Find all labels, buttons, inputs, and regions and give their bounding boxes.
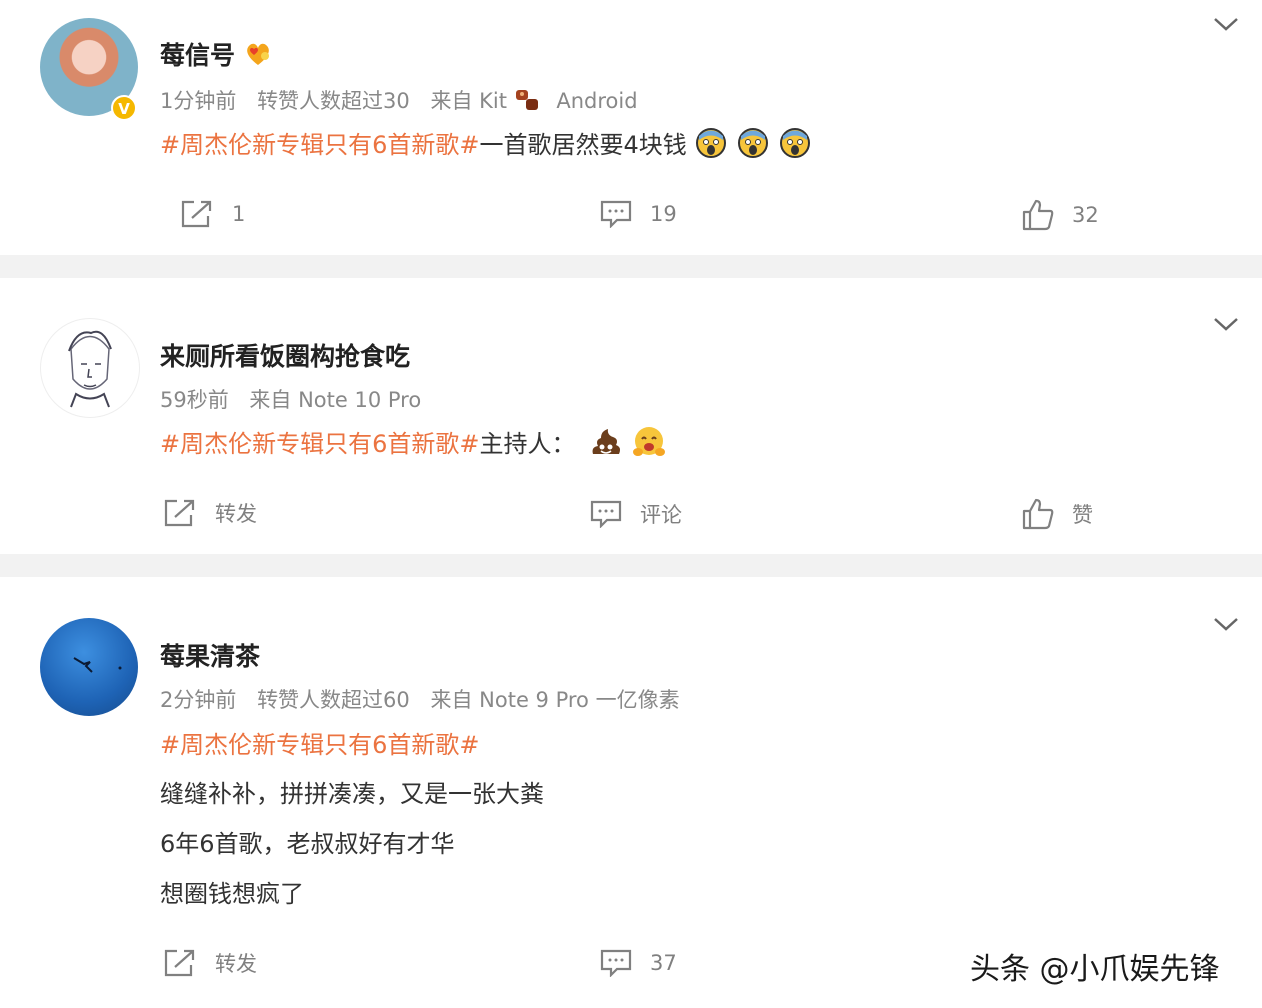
watermark: 头条 @小爪娱先锋 (970, 952, 1220, 987)
username[interactable]: 莓果清茶 (160, 637, 260, 673)
like-button[interactable]: 32 (1022, 199, 1099, 231)
device-icon (514, 87, 542, 118)
post-text: #周杰伦新专辑只有6首新歌#主持人： (160, 424, 667, 465)
comment-icon (600, 200, 632, 228)
chevron-down-icon[interactable] (1212, 314, 1240, 334)
chevron-down-icon[interactable] (1212, 14, 1240, 34)
chevron-down-icon[interactable] (1212, 614, 1240, 634)
hashtag-link[interactable]: #周杰伦新专辑只有6首新歌# (160, 131, 480, 159)
avatar[interactable] (40, 318, 140, 418)
comment-count: 37 (650, 951, 677, 975)
post-text-line: 6年6首歌，老叔叔好有才华 (160, 830, 455, 858)
repost-count: 1 (232, 202, 246, 226)
post-text-line: 缝缝补补，拼拼凑凑，又是一张大粪 (160, 780, 544, 808)
comment-button[interactable]: 评论 (590, 499, 682, 529)
repost-button[interactable]: 转发 (163, 948, 257, 978)
username[interactable]: 来厕所看饭圈构抢食吃 (160, 337, 410, 373)
scream-emoji-icon (694, 127, 728, 165)
like-count: 32 (1072, 203, 1099, 227)
comment-count: 19 (650, 202, 677, 226)
verified-badge-icon: V (111, 95, 137, 121)
share-icon (164, 949, 195, 977)
avatar[interactable] (40, 618, 138, 716)
comment-icon (590, 500, 622, 528)
post-meta: 59秒前 来自 Note 10 Pro (160, 388, 422, 412)
poop-emoji-icon (589, 426, 623, 464)
hashtag-link[interactable]: #周杰伦新专辑只有6首新歌# (160, 430, 480, 458)
scream-emoji-icon (778, 127, 812, 165)
repost-label: 转发 (215, 502, 257, 526)
thumbs-up-icon (1022, 199, 1054, 231)
hugging-emoji-icon (631, 425, 667, 465)
post-meta: 1分钟前 转赞人数超过30 来自 Kit Android (160, 85, 652, 118)
post-card-2: 来厕所看饭圈构抢食吃 59秒前 来自 Note 10 Pro #周杰伦新专辑只有… (0, 278, 1262, 554)
repost-label: 转发 (215, 952, 257, 976)
scream-emoji-icon (736, 127, 770, 165)
like-label: 赞 (1072, 503, 1093, 527)
vip-heart-icon (244, 41, 272, 73)
hashtag-link[interactable]: #周杰伦新专辑只有6首新歌# (160, 725, 480, 760)
post-meta: 2分钟前 转赞人数超过60 来自 Note 9 Pro 一亿像素 (160, 688, 680, 712)
username[interactable]: 莓信号 (160, 36, 272, 73)
repost-button[interactable]: 转发 (163, 498, 257, 528)
repost-button[interactable]: 1 (180, 199, 245, 229)
share-icon (181, 200, 212, 228)
post-card-1: V 莓信号 1分钟前 转赞人数超过30 来自 Kit Android #周杰伦新… (0, 0, 1262, 255)
comment-icon (600, 949, 632, 977)
comment-label: 评论 (640, 503, 682, 527)
post-text: #周杰伦新专辑只有6首新歌#一首歌居然要4块钱 (160, 125, 812, 165)
like-button[interactable]: 赞 (1022, 498, 1093, 530)
post-text-line: 想圈钱想疯了 (160, 880, 304, 908)
comment-button[interactable]: 19 (600, 200, 677, 228)
share-icon (164, 499, 195, 527)
comment-button[interactable]: 37 (600, 949, 677, 977)
thumbs-up-icon (1022, 498, 1054, 530)
